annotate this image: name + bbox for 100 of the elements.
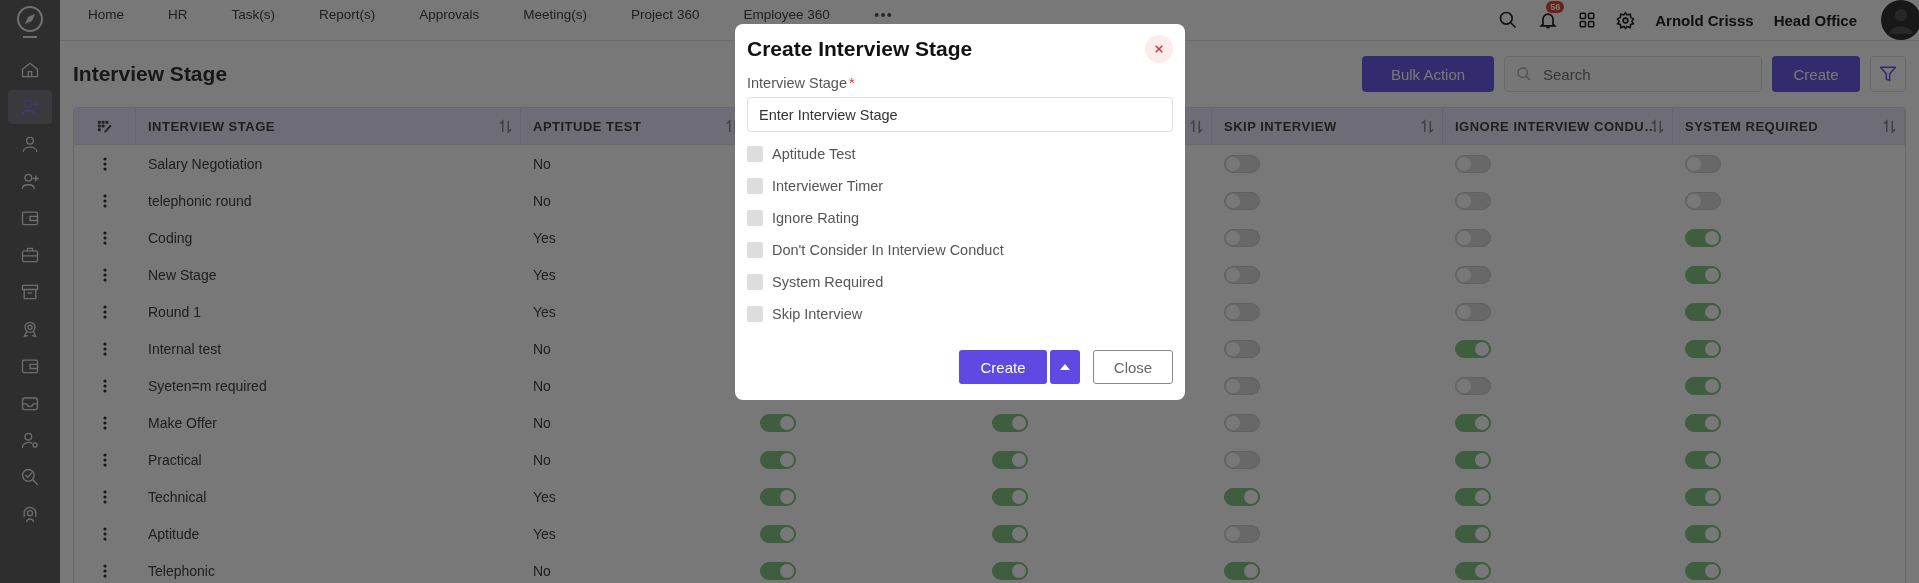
search-field[interactable]: Search: [1504, 56, 1762, 92]
settings-icon[interactable]: [1616, 10, 1636, 30]
toggle-switch[interactable]: [1455, 339, 1491, 358]
search-icon[interactable]: [1498, 10, 1519, 30]
checkbox[interactable]: [747, 178, 763, 194]
row-menu-icon[interactable]: [103, 304, 107, 319]
row-menu-icon[interactable]: [103, 193, 107, 208]
row-menu-icon[interactable]: [103, 378, 107, 393]
column-header[interactable]: SKIP INTERVIEW: [1224, 118, 1337, 134]
checkbox[interactable]: [747, 274, 763, 290]
toggle-switch[interactable]: [1224, 413, 1260, 432]
toggle-switch[interactable]: [1685, 450, 1721, 469]
toggle-switch[interactable]: [760, 413, 796, 432]
column-header[interactable]: IGNORE INTERVIEW CONDU…: [1455, 118, 1658, 134]
toggle-switch[interactable]: [1685, 339, 1721, 358]
toggle-switch[interactable]: [992, 561, 1028, 580]
column-header[interactable]: APTITUDE TEST: [533, 118, 642, 134]
toggle-switch[interactable]: [1224, 191, 1260, 210]
toggle-switch[interactable]: [1455, 450, 1491, 469]
toggle-switch[interactable]: [992, 413, 1028, 432]
nav-link[interactable]: Task(s): [231, 7, 275, 22]
toggle-switch[interactable]: [1685, 302, 1721, 321]
bell-icon[interactable]: [1538, 10, 1559, 30]
sidebar-item[interactable]: [8, 90, 52, 124]
checkbox[interactable]: [747, 146, 763, 162]
close-button[interactable]: [1145, 35, 1173, 63]
toggle-switch[interactable]: [1224, 561, 1260, 580]
nav-link[interactable]: Approvals: [419, 7, 480, 22]
row-menu-icon[interactable]: [103, 267, 107, 282]
row-menu-icon[interactable]: [103, 526, 107, 541]
close-button[interactable]: Close: [1093, 350, 1173, 384]
toggle-switch[interactable]: [1685, 265, 1721, 284]
checkbox[interactable]: [747, 242, 763, 258]
checkbox-label[interactable]: System Required: [772, 274, 884, 290]
nav-link[interactable]: Employee 360: [743, 7, 830, 22]
nav-link[interactable]: Meeting(s): [523, 7, 588, 22]
toggle-switch[interactable]: [1685, 413, 1721, 432]
toggle-switch[interactable]: [1224, 450, 1260, 469]
filter-button[interactable]: [1870, 56, 1906, 92]
toggle-switch[interactable]: [1455, 191, 1491, 210]
create-button[interactable]: Create: [1772, 56, 1860, 92]
toggle-switch[interactable]: [1455, 524, 1491, 543]
checkbox-label[interactable]: Skip Interview: [772, 306, 863, 322]
checkbox[interactable]: [747, 306, 763, 322]
toggle-switch[interactable]: [760, 524, 796, 543]
toggle-switch[interactable]: [1685, 228, 1721, 247]
toggle-switch[interactable]: [1224, 154, 1260, 173]
column-settings-icon[interactable]: [97, 118, 112, 134]
row-menu-icon[interactable]: [103, 563, 107, 578]
toggle-switch[interactable]: [1685, 487, 1721, 506]
toggle-switch[interactable]: [1455, 413, 1491, 432]
create-button[interactable]: Create: [959, 350, 1047, 384]
row-menu-icon[interactable]: [103, 489, 107, 504]
toggle-switch[interactable]: [1224, 487, 1260, 506]
row-menu-icon[interactable]: [103, 156, 107, 171]
more-icon[interactable]: [873, 11, 892, 18]
user-name[interactable]: Arnold Crisss: [1655, 11, 1754, 29]
row-menu-icon[interactable]: [103, 415, 107, 430]
toggle-switch[interactable]: [1224, 376, 1260, 395]
checkbox-label[interactable]: Don't Consider In Interview Conduct: [772, 242, 1004, 258]
toggle-switch[interactable]: [760, 450, 796, 469]
toggle-switch[interactable]: [760, 487, 796, 506]
toggle-switch[interactable]: [1455, 154, 1491, 173]
toggle-switch[interactable]: [992, 450, 1028, 469]
nav-link[interactable]: Home: [88, 7, 124, 22]
apps-grid-icon[interactable]: [1578, 11, 1597, 29]
toggle-switch[interactable]: [1224, 339, 1260, 358]
toggle-switch[interactable]: [1224, 524, 1260, 543]
row-menu-icon[interactable]: [103, 341, 107, 356]
bulk-action-button[interactable]: Bulk Action: [1362, 56, 1494, 92]
toggle-switch[interactable]: [1455, 487, 1491, 506]
checkbox-label[interactable]: Interviewer Timer: [772, 178, 884, 194]
toggle-switch[interactable]: [992, 487, 1028, 506]
toggle-switch[interactable]: [1455, 265, 1491, 284]
checkbox-label[interactable]: Aptitude Test: [772, 146, 856, 162]
row-menu-icon[interactable]: [103, 230, 107, 245]
toggle-switch[interactable]: [1685, 561, 1721, 580]
nav-link[interactable]: Report(s): [319, 7, 376, 22]
toggle-switch[interactable]: [1224, 228, 1260, 247]
column-header[interactable]: INTERVIEW STAGE: [148, 118, 275, 134]
toggle-switch[interactable]: [1224, 265, 1260, 284]
nav-link[interactable]: HR: [168, 7, 188, 22]
column-header[interactable]: SYSTEM REQUIRED: [1685, 118, 1819, 134]
toggle-switch[interactable]: [1455, 376, 1491, 395]
row-menu-icon[interactable]: [103, 452, 107, 467]
toggle-switch[interactable]: [1685, 191, 1721, 210]
toggle-switch[interactable]: [1455, 561, 1491, 580]
toggle-switch[interactable]: [1685, 154, 1721, 173]
toggle-switch[interactable]: [1455, 228, 1491, 247]
toggle-switch[interactable]: [1224, 302, 1260, 321]
toggle-switch[interactable]: [1685, 524, 1721, 543]
toggle-switch[interactable]: [1685, 376, 1721, 395]
compass-logo-icon[interactable]: [15, 5, 45, 39]
toggle-switch[interactable]: [992, 524, 1028, 543]
nav-link[interactable]: Project 360: [631, 7, 700, 22]
checkbox-label[interactable]: Ignore Rating: [772, 210, 860, 226]
toggle-switch[interactable]: [760, 561, 796, 580]
dropdown-button[interactable]: [1050, 350, 1080, 384]
checkbox[interactable]: [747, 210, 763, 226]
interview-stage-input[interactable]: Enter Interview Stage: [747, 97, 1173, 132]
